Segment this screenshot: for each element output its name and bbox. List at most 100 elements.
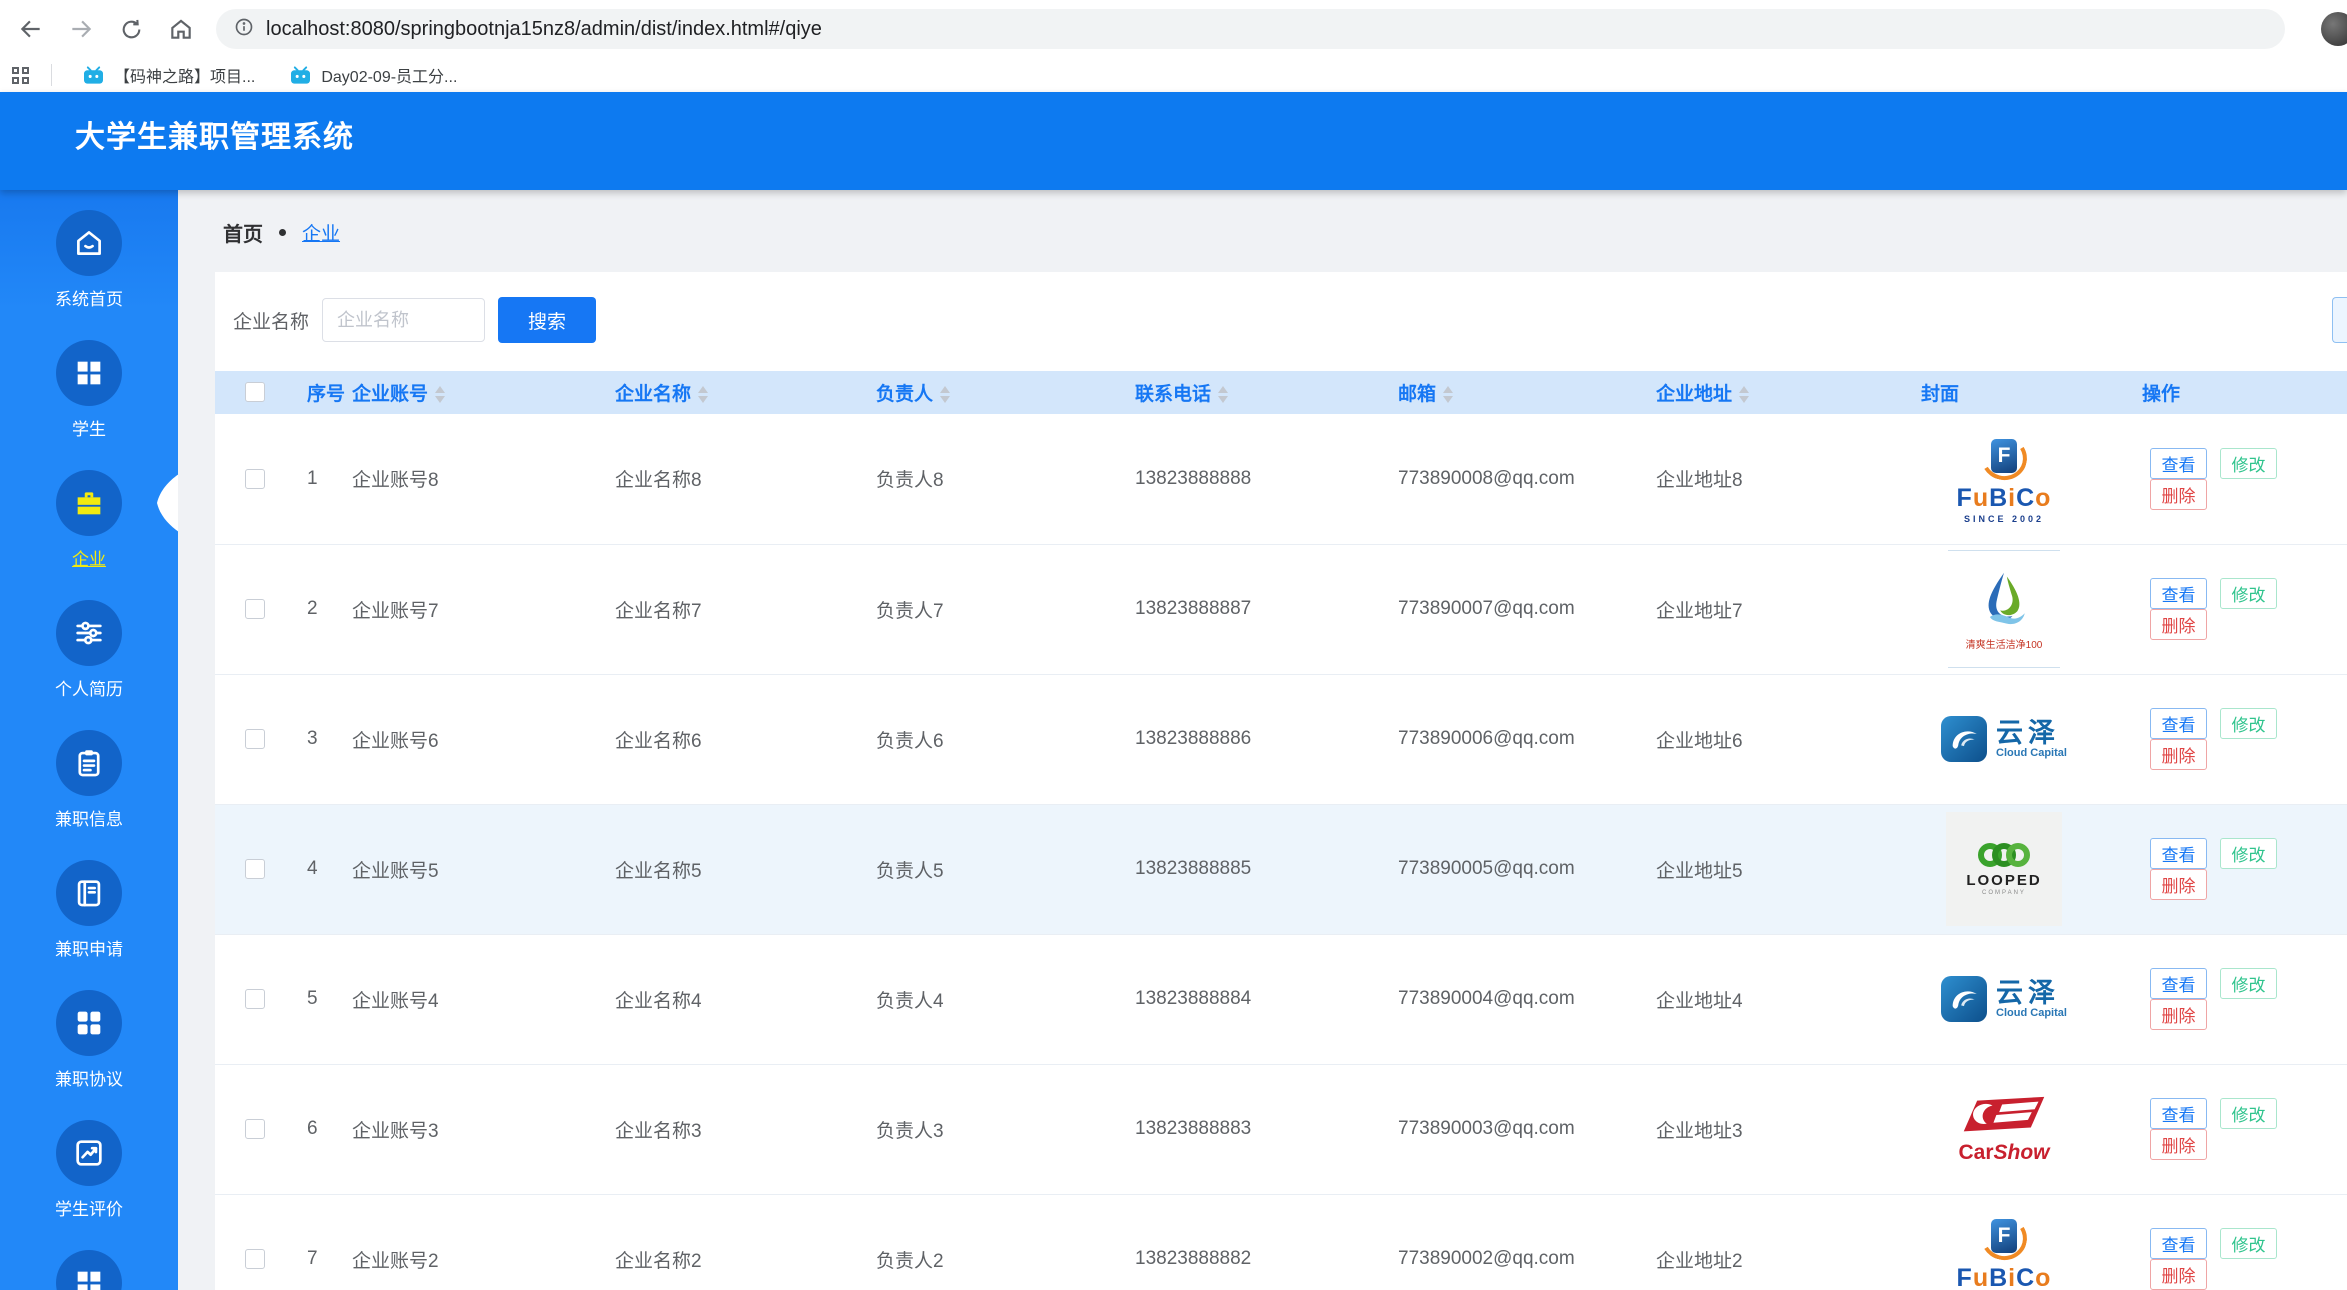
cell-actions: 查看 修改删除 (2132, 674, 2347, 804)
edit-button[interactable]: 修改 (2220, 838, 2277, 869)
row-checkbox[interactable] (245, 1118, 265, 1139)
cell-address: 企业地址8 (1656, 470, 1743, 492)
company-logo-fubico: FFuBiCoSINCE 2002 (1957, 430, 2052, 524)
reload-icon[interactable] (116, 14, 146, 44)
view-button[interactable]: 查看 (2150, 447, 2207, 479)
address-bar[interactable]: localhost:8080/springbootnja15nz8/admin/… (216, 9, 2285, 49)
bookmark-1[interactable]: 【码神之路】项目... (68, 61, 269, 89)
sort-carets-icon[interactable] (1443, 386, 1454, 404)
breadcrumb-current[interactable]: 企业 (302, 219, 340, 246)
column-header-phone[interactable]: 联系电话 (1125, 371, 1388, 414)
sidebar-item-job-agreement[interactable]: 兼职协议 (0, 990, 178, 1120)
edit-button[interactable]: 修改 (2220, 1228, 2277, 1259)
sidebar-item-label: 学生评价 (55, 1200, 123, 1219)
company-logo-yunze: 云泽 Cloud Capital (1941, 716, 2067, 762)
sort-carets-icon[interactable] (435, 386, 446, 404)
edit-button[interactable]: 修改 (2220, 1098, 2277, 1129)
bookmark-2[interactable]: Day02-09-员工分... (275, 61, 471, 89)
sidebar-item-label: 系统首页 (55, 290, 123, 309)
table-row: 6 企业账号3 企业名称3 负责人3 13823888883 773890003… (215, 1064, 2347, 1194)
sort-carets-icon[interactable] (1739, 386, 1750, 404)
sidebar-item-job-application[interactable]: 兼职申请 (0, 860, 178, 990)
cell-email: 773890004@qq.com (1398, 988, 1575, 1009)
column-header-email[interactable]: 邮箱 (1388, 371, 1646, 414)
add-button-partial[interactable] (2332, 297, 2347, 343)
delete-button[interactable]: 删除 (2150, 999, 2207, 1030)
forward-icon[interactable] (66, 14, 96, 44)
edit-button[interactable]: 修改 (2220, 708, 2277, 739)
cell-name: 企业名称2 (615, 1250, 702, 1272)
edit-button[interactable]: 修改 (2220, 447, 2277, 479)
table-row: 7 企业账号2 企业名称2 负责人2 13823888882 773890002… (215, 1194, 2347, 1290)
column-header-address[interactable]: 企业地址 (1646, 371, 1911, 414)
delete-button[interactable]: 删除 (2150, 1129, 2207, 1160)
row-checkbox[interactable] (245, 728, 265, 749)
company-logo-waterdrop: 清爽生活洁净100 (1948, 550, 2060, 668)
delete-button[interactable]: 删除 (2150, 609, 2207, 640)
apps-grid-icon[interactable] (12, 66, 29, 84)
delete-button[interactable]: 删除 (2150, 1259, 2207, 1290)
sidebar-item-student-review[interactable]: 学生评价 (0, 1120, 178, 1250)
back-icon[interactable] (16, 14, 46, 44)
cell-cover: FFuBiCoSINCE 2002 (1911, 1194, 2132, 1290)
delete-button[interactable]: 删除 (2150, 739, 2207, 770)
delete-button[interactable]: 删除 (2150, 478, 2207, 510)
cell-seq: 6 (307, 1118, 318, 1139)
cell-cover: 云泽 Cloud Capital (1911, 934, 2132, 1064)
view-button[interactable]: 查看 (2150, 708, 2207, 739)
search-label: 企业名称 (233, 311, 310, 333)
view-button[interactable]: 查看 (2150, 578, 2207, 609)
sidebar-item-students[interactable]: 学生 (0, 340, 178, 470)
browser-edge-icon[interactable] (2321, 12, 2347, 46)
view-button[interactable]: 查看 (2150, 1098, 2207, 1129)
row-checkbox[interactable] (245, 598, 265, 619)
breadcrumb-home[interactable]: 首页 (223, 218, 263, 247)
cell-account: 企业账号3 (352, 1120, 439, 1142)
row-checkbox[interactable] (245, 988, 265, 1009)
cell-name: 企业名称6 (615, 730, 702, 752)
briefcase-icon (56, 470, 122, 536)
sidebar-item-company[interactable]: 企业 (0, 470, 178, 600)
row-checkbox[interactable] (245, 1248, 265, 1269)
view-button[interactable]: 查看 (2150, 1228, 2207, 1259)
sort-carets-icon[interactable] (1218, 386, 1229, 404)
home-icon[interactable] (166, 14, 196, 44)
cell-seq: 5 (307, 988, 318, 1009)
view-button[interactable]: 查看 (2150, 838, 2207, 869)
sidebar-item-more[interactable] (0, 1250, 178, 1290)
cell-address: 企业地址2 (1656, 1250, 1743, 1272)
cell-cover: LOOPED COMPANY (1911, 804, 2132, 934)
cell-address: 企业地址5 (1656, 860, 1743, 882)
cell-account: 企业账号6 (352, 730, 439, 752)
url-text: localhost:8080/springbootnja15nz8/admin/… (266, 17, 822, 40)
active-item-arrow (157, 474, 178, 532)
sort-carets-icon[interactable] (698, 386, 709, 404)
grid2-icon (56, 990, 122, 1056)
column-header-actions: 操作 (2142, 384, 2181, 405)
table-row: 5 企业账号4 企业名称4 负责人4 13823888884 773890004… (215, 934, 2347, 1064)
sidebar-item-job-info[interactable]: 兼职信息 (0, 730, 178, 860)
cell-account: 企业账号5 (352, 860, 439, 882)
delete-button[interactable]: 删除 (2150, 869, 2207, 900)
column-header-account[interactable]: 企业账号 (342, 371, 605, 414)
table-row: 4 企业账号5 企业名称5 负责人5 13823888885 773890005… (215, 804, 2347, 934)
select-all-checkbox[interactable] (245, 382, 265, 403)
breadcrumb: 首页 企业 (223, 218, 340, 247)
sort-carets-icon[interactable] (940, 386, 951, 404)
cell-manager: 负责人7 (876, 600, 944, 622)
row-checkbox[interactable] (245, 468, 265, 489)
cell-account: 企业账号8 (352, 470, 439, 492)
row-checkbox[interactable] (245, 858, 265, 879)
column-header-manager[interactable]: 负责人 (866, 371, 1125, 414)
column-header-name[interactable]: 企业名称 (605, 371, 866, 414)
cell-actions: 查看 修改删除 (2132, 934, 2347, 1064)
cell-phone: 13823888887 (1135, 598, 1252, 619)
view-button[interactable]: 查看 (2150, 968, 2207, 999)
sidebar-item-resume[interactable]: 个人简历 (0, 600, 178, 730)
edit-button[interactable]: 修改 (2220, 968, 2277, 999)
site-info-icon[interactable] (234, 17, 254, 42)
search-button[interactable]: 搜索 (498, 297, 597, 343)
edit-button[interactable]: 修改 (2220, 578, 2277, 609)
search-input[interactable] (322, 298, 486, 342)
sidebar-item-system-home[interactable]: 系统首页 (0, 210, 178, 340)
